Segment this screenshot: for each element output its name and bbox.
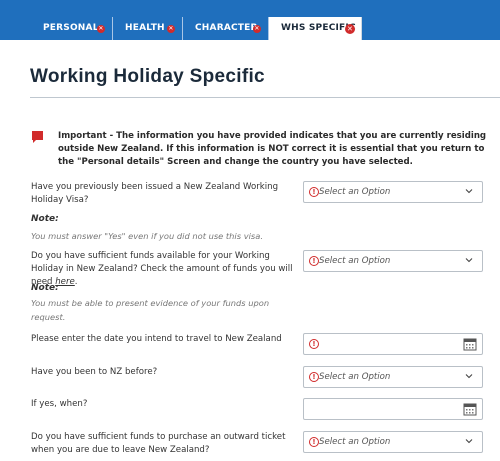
tab-personal[interactable]: PERSONAL ✕ [31,17,113,40]
tab-label: CHARACTER [195,23,258,33]
tab-label: PERSONAL [43,23,99,33]
question-previous-visa: Have you previously been issued a New Ze… [31,182,279,205]
tab-bar: PERSONAL ✕ HEALTH ✕ CHARACTER ✕ WHS SPEC… [0,0,500,40]
note-heading: Note: [31,283,59,293]
close-icon[interactable]: ✕ [97,25,105,33]
calendar-icon[interactable] [463,402,477,416]
warning-icon: ! [309,339,319,349]
warning-icon: ! [309,372,319,382]
close-icon[interactable]: ✕ [345,24,355,34]
calendar-icon[interactable] [463,337,477,351]
select-placeholder: Select an Option [319,372,391,382]
select-placeholder: Select an Option [319,187,391,197]
question-text-end: . [74,277,78,287]
sufficient-funds-select[interactable]: ! Select an Option [303,250,483,272]
warning-icon: ! [309,437,319,447]
chevron-down-icon [465,189,473,194]
title-divider [30,97,500,98]
note-text: You must answer "Yes" even if you did no… [31,231,263,241]
question-sufficient-funds: Do you have sufficient funds available f… [31,250,296,289]
warning-icon: ! [309,187,319,197]
tab-character[interactable]: CHARACTER ✕ [183,17,269,40]
flag-icon [32,131,43,143]
question-outward-ticket: Do you have sufficient funds to purchase… [31,432,286,455]
select-placeholder: Select an Option [319,437,391,447]
question-travel-date: Please enter the date you intend to trav… [31,334,282,344]
note-heading: Note: [31,214,59,224]
outward-ticket-select[interactable]: ! Select an Option [303,431,483,453]
previous-visit-date-input[interactable] [303,398,483,420]
travel-date-input[interactable]: ! [303,333,483,355]
tab-health[interactable]: HEALTH ✕ [113,17,183,40]
been-to-nz-select[interactable]: ! Select an Option [303,366,483,388]
chevron-down-icon [465,374,473,379]
tab-whs-specific[interactable]: WHS SPECIFIC ✕ [269,17,362,40]
important-notice: Important - The information you have pro… [58,131,487,167]
close-icon[interactable]: ✕ [253,25,261,33]
warning-icon: ! [309,256,319,266]
chevron-down-icon [465,258,473,263]
page-title: Working Holiday Specific [30,66,265,87]
chevron-down-icon [465,439,473,444]
previous-visa-select[interactable]: ! Select an Option [303,181,483,203]
question-been-to-nz: Have you been to NZ before? [31,367,158,377]
tab-label: HEALTH [125,23,165,33]
select-placeholder: Select an Option [319,256,391,266]
question-when: If yes, when? [31,399,88,409]
note-text: You must be able to present evidence of … [31,298,270,322]
close-icon[interactable]: ✕ [167,25,175,33]
